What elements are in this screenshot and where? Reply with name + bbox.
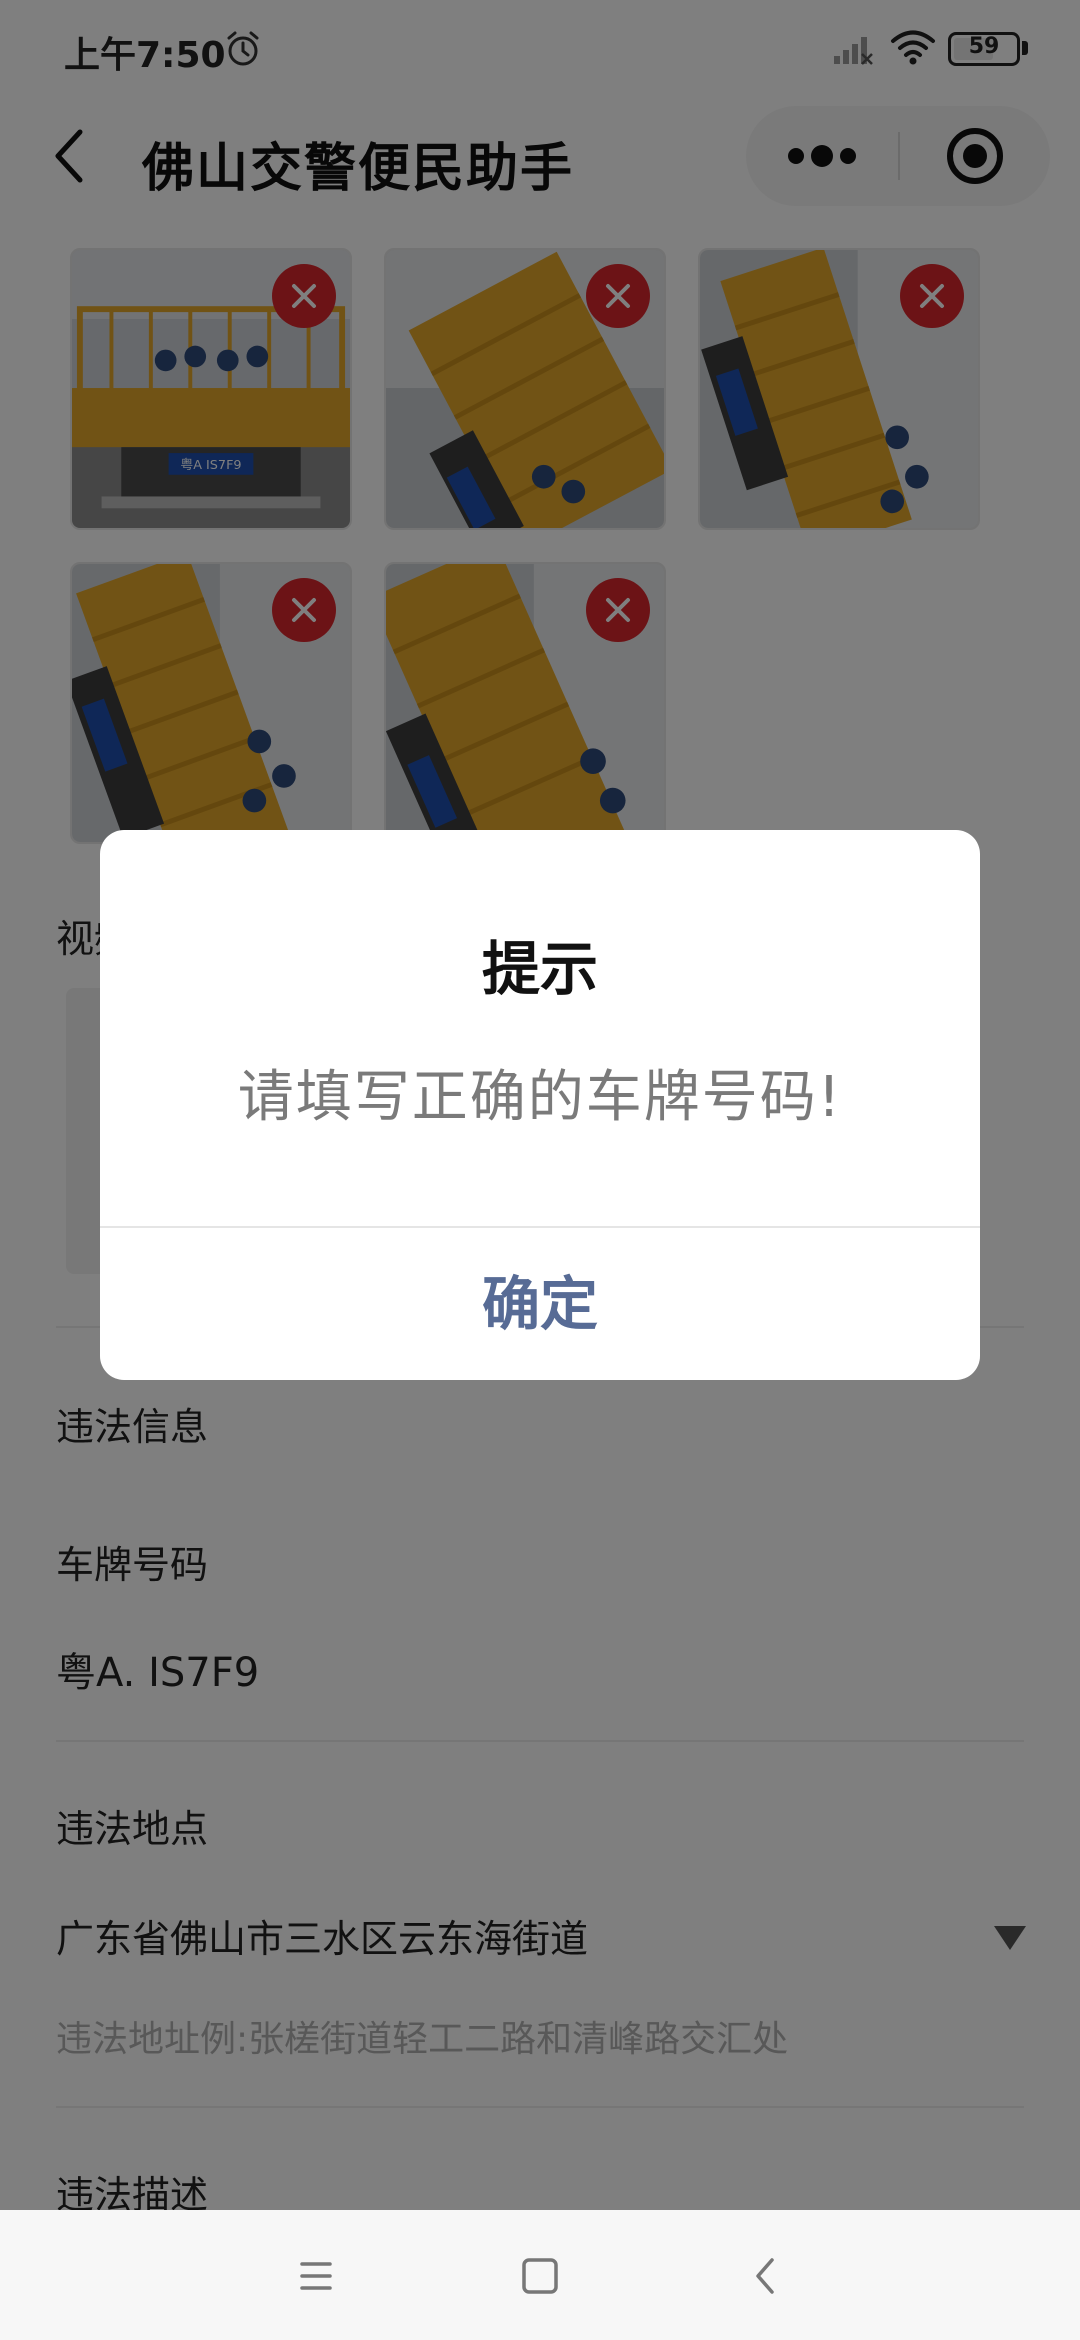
alert-dialog: 提示 请填写正确的车牌号码! 确定 <box>100 830 980 1380</box>
system-nav-bar <box>0 2210 1080 2340</box>
confirm-button[interactable]: 确定 <box>100 1228 980 1380</box>
dialog-title: 提示 <box>481 935 598 1003</box>
screen: 上午7:50 59 佛山交警便民助手 <box>0 0 1080 2340</box>
dialog-message: 请填写正确的车牌号码! <box>237 1065 843 1130</box>
back-chevron-icon[interactable] <box>738 2248 794 2304</box>
home-square-icon[interactable] <box>512 2248 568 2304</box>
menu-icon[interactable] <box>288 2248 344 2304</box>
